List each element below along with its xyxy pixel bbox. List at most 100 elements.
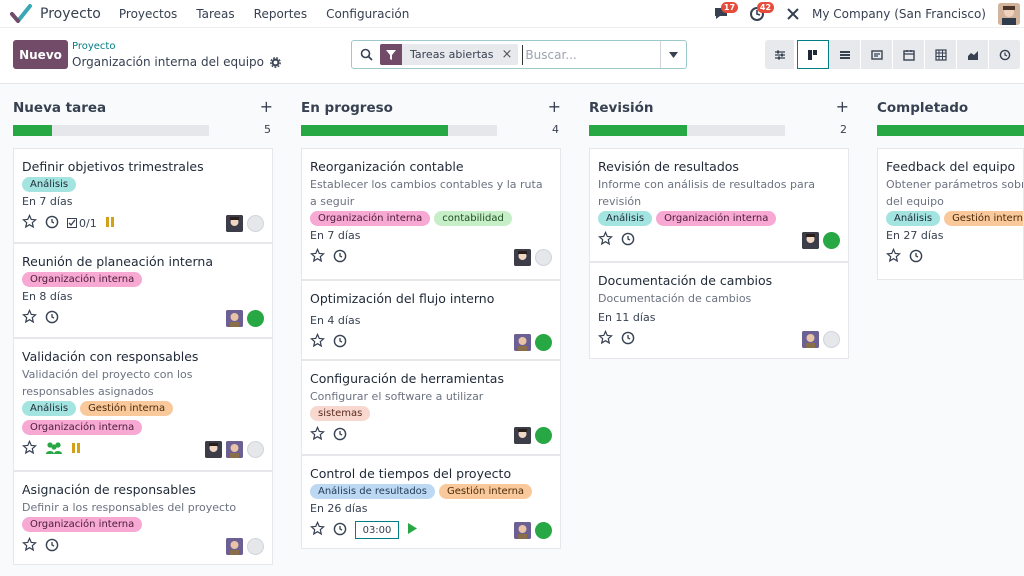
activity-clock-icon[interactable] — [333, 427, 347, 444]
star-icon[interactable] — [309, 425, 326, 444]
new-task-button[interactable]: Nuevo — [13, 40, 68, 69]
activity-clock-icon[interactable] — [333, 522, 347, 539]
assignee-avatar[interactable] — [514, 334, 531, 351]
messages-button[interactable]: 17 — [710, 2, 739, 24]
assignee-avatar[interactable] — [514, 249, 531, 266]
task-card[interactable]: Validación con responsables Validación d… — [13, 338, 273, 471]
assignee-avatar[interactable] — [226, 441, 243, 458]
activity-clock-icon[interactable] — [45, 538, 59, 555]
assignee-avatar[interactable] — [226, 310, 243, 327]
add-task-icon[interactable]: + — [548, 97, 561, 116]
assignee-avatar[interactable] — [802, 331, 819, 348]
activity-clock-icon[interactable] — [333, 334, 347, 351]
assignee-avatar[interactable] — [226, 538, 243, 555]
kanban-state-icon[interactable] — [823, 331, 840, 348]
kanban-state-icon[interactable] — [535, 522, 552, 539]
activity-clock-icon[interactable] — [621, 331, 635, 348]
activity-clock-icon[interactable] — [621, 232, 635, 249]
view-kanban-button[interactable] — [797, 40, 829, 69]
column-progress-bar[interactable] — [13, 125, 209, 136]
play-icon[interactable] — [407, 523, 417, 537]
activity-clock-icon[interactable] — [45, 215, 59, 232]
task-card[interactable]: Optimización del flujo interno En 4 días — [301, 280, 561, 360]
view-list-button[interactable] — [829, 40, 861, 69]
column-progress-bar[interactable] — [301, 125, 497, 136]
search-options-toggle[interactable] — [660, 41, 686, 68]
debug-tools-button[interactable] — [782, 4, 804, 24]
pause-icon[interactable] — [71, 442, 81, 457]
star-icon[interactable] — [309, 247, 326, 266]
kanban-state-icon[interactable] — [535, 427, 552, 444]
task-card[interactable]: Reorganización contable Establecer los c… — [301, 148, 561, 280]
app-title[interactable]: Proyecto — [40, 6, 101, 22]
menu-item-reportes[interactable]: Reportes — [254, 7, 307, 21]
star-icon[interactable] — [597, 230, 614, 249]
activity-clock-icon[interactable] — [45, 310, 59, 327]
column-progress-bar[interactable] — [877, 125, 1024, 136]
view-pivot-button[interactable] — [925, 40, 957, 69]
kanban-state-icon[interactable] — [247, 441, 264, 458]
task-title: Revisión de resultados — [598, 159, 739, 174]
assignee-avatar[interactable] — [226, 215, 243, 232]
add-task-icon[interactable]: + — [260, 97, 273, 116]
assignee-avatar[interactable] — [514, 427, 531, 444]
star-icon[interactable] — [21, 536, 38, 555]
view-activity-button[interactable] — [989, 40, 1021, 69]
company-switcher[interactable]: My Company (San Francisco) — [812, 7, 986, 21]
task-deadline: En 4 días — [310, 314, 361, 327]
assignee-avatar[interactable] — [514, 522, 531, 539]
app-logo-icon[interactable] — [10, 3, 32, 24]
task-card[interactable]: Definir objetivos trimestrales Análisis … — [13, 148, 273, 243]
kanban-state-icon[interactable] — [247, 310, 264, 327]
star-icon[interactable] — [21, 308, 38, 327]
menu-item-proyectos[interactable]: Proyectos — [119, 7, 177, 21]
column-title[interactable]: Nueva tarea — [13, 100, 106, 116]
pause-icon[interactable] — [105, 216, 115, 231]
kanban-state-icon[interactable] — [247, 538, 264, 555]
search-bar[interactable]: Tareas abiertas × — [351, 40, 687, 69]
task-card[interactable]: Feedback del equipo Obtener parámetros s… — [877, 148, 1024, 280]
task-card[interactable]: Control de tiempos del proyecto Análisis… — [301, 455, 561, 549]
task-card[interactable]: Configuración de herramientas Configurar… — [301, 360, 561, 455]
gear-icon[interactable] — [270, 56, 281, 68]
kanban-state-icon[interactable] — [823, 232, 840, 249]
assignee-avatar[interactable] — [205, 441, 222, 458]
star-icon[interactable] — [21, 213, 38, 232]
column-title[interactable]: En progreso — [301, 100, 393, 116]
breadcrumb[interactable]: Proyecto — [72, 41, 115, 52]
search-facet[interactable]: Tareas abiertas × — [380, 44, 519, 65]
star-icon[interactable] — [597, 329, 614, 348]
filters-panel-button[interactable] — [765, 40, 795, 69]
timer-field[interactable]: 03:00 — [355, 521, 399, 539]
column-progress-bar[interactable] — [589, 125, 785, 136]
star-icon[interactable] — [21, 439, 38, 458]
menu-item-configuracion[interactable]: Configuración — [326, 7, 409, 21]
task-card[interactable]: Revisión de resultados Informe con análi… — [589, 148, 849, 262]
activity-clock-icon[interactable] — [909, 249, 923, 266]
task-card[interactable]: Documentación de cambios Documentación d… — [589, 262, 849, 359]
column-title[interactable]: Revisión — [589, 100, 654, 116]
task-card[interactable]: Reunión de planeación interna Organizaci… — [13, 243, 273, 338]
star-icon[interactable] — [309, 332, 326, 351]
subtask-counter[interactable]: 0/1 — [67, 217, 97, 230]
kanban-state-icon[interactable] — [535, 249, 552, 266]
view-graph-button[interactable] — [957, 40, 989, 69]
task-card[interactable]: Asignación de responsables Definir a los… — [13, 471, 273, 565]
view-form-button[interactable] — [861, 40, 893, 69]
menu-item-tareas[interactable]: Tareas — [196, 7, 234, 21]
activity-clock-icon[interactable] — [333, 249, 347, 266]
column-title[interactable]: Completado — [877, 100, 968, 116]
facet-close-icon[interactable]: × — [502, 47, 519, 62]
assignee-avatar[interactable] — [802, 232, 819, 249]
kanban-state-icon[interactable] — [247, 215, 264, 232]
search-input[interactable] — [522, 44, 663, 65]
star-icon[interactable] — [885, 247, 902, 266]
star-icon[interactable] — [309, 520, 326, 539]
activities-button[interactable]: 42 — [746, 2, 775, 24]
user-avatar[interactable] — [998, 3, 1020, 25]
view-calendar-button[interactable] — [893, 40, 925, 69]
team-icon[interactable] — [45, 441, 63, 458]
kanban-state-icon[interactable] — [535, 334, 552, 351]
add-task-icon[interactable]: + — [836, 97, 849, 116]
search-icon[interactable] — [352, 48, 380, 61]
